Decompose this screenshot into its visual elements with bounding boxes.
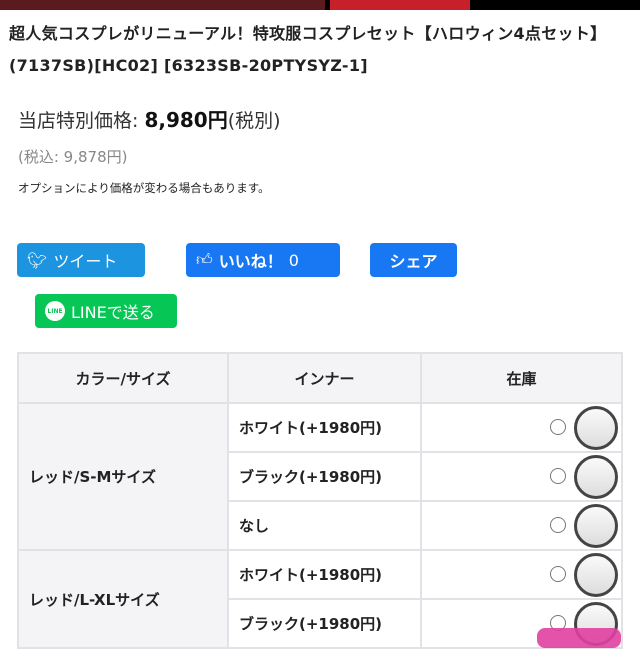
header-inner: インナー <box>227 352 422 404</box>
stock-cell <box>420 500 623 551</box>
radio-button-large[interactable] <box>574 504 618 548</box>
price-line: 当店特別価格: 8,980円(税別) <box>18 104 281 133</box>
table-header: カラー/サイズ インナー 在庫 <box>17 352 623 404</box>
radio-button-large[interactable] <box>574 553 618 597</box>
option-label: ブラック(+1980円) <box>227 598 422 649</box>
share-button[interactable]: シェア <box>370 243 457 277</box>
floating-cart-button[interactable] <box>537 628 621 648</box>
tax-included-price: (税込: 9,878円) <box>18 148 128 166</box>
like-count: 0 <box>288 250 299 270</box>
tweet-button[interactable]: 🐦︎ ツイート <box>17 243 145 277</box>
group-label: レッド/S-Mサイズ <box>17 402 229 551</box>
option-label: なし <box>227 500 422 551</box>
line-icon: LINE <box>45 301 65 321</box>
radio-button-large[interactable] <box>574 455 618 499</box>
product-image-strip <box>0 0 640 10</box>
tweet-label: ツイート <box>53 252 118 271</box>
radio-button[interactable] <box>550 517 566 533</box>
price-value: 8,980円 <box>144 108 228 132</box>
radio-button[interactable] <box>550 419 566 435</box>
price-label: 当店特別価格: <box>18 110 145 132</box>
stock-cell <box>420 402 623 453</box>
radio-button-large[interactable] <box>574 406 618 450</box>
share-label: シェア <box>389 252 438 271</box>
radio-button[interactable] <box>550 468 566 484</box>
option-label: ブラック(+1980円) <box>227 451 422 502</box>
radio-button[interactable] <box>550 566 566 582</box>
line-send-button[interactable]: LINE LINEで送る <box>35 294 177 328</box>
price-tax-note: (税別) <box>227 110 281 132</box>
option-label: ホワイト(+1980円) <box>227 402 422 453</box>
thumbs-up-icon: 👍︎ <box>196 250 213 269</box>
stock-cell <box>420 451 623 502</box>
twitter-bird-icon: 🐦︎ <box>27 250 48 270</box>
line-label: LINEで送る <box>71 303 155 322</box>
table-row: レッド/L-XLサイズ ホワイト(+1980円) <box>17 549 623 649</box>
header-stock: 在庫 <box>420 352 623 404</box>
like-label: いいね！ <box>218 252 283 271</box>
stock-cell <box>420 549 623 600</box>
header-color-size: カラー/サイズ <box>17 352 229 404</box>
group-label: レッド/L-XLサイズ <box>17 549 229 649</box>
like-button[interactable]: 👍︎ いいね！ 0 <box>186 243 340 277</box>
option-label: ホワイト(+1980円) <box>227 549 422 600</box>
product-title: 超人気コスプレがリニューアル！特攻服コスプレセット【ハロウィン4点セット】(71… <box>9 24 607 75</box>
table-row: レッド/S-Mサイズ ホワイト(+1980円) <box>17 402 623 551</box>
variant-table: カラー/サイズ インナー 在庫 レッド/S-Mサイズ ホワイト(+1980円) ブラッ… <box>17 352 623 649</box>
option-note: オプションにより価格が変わる場合もあります。 <box>18 181 270 195</box>
